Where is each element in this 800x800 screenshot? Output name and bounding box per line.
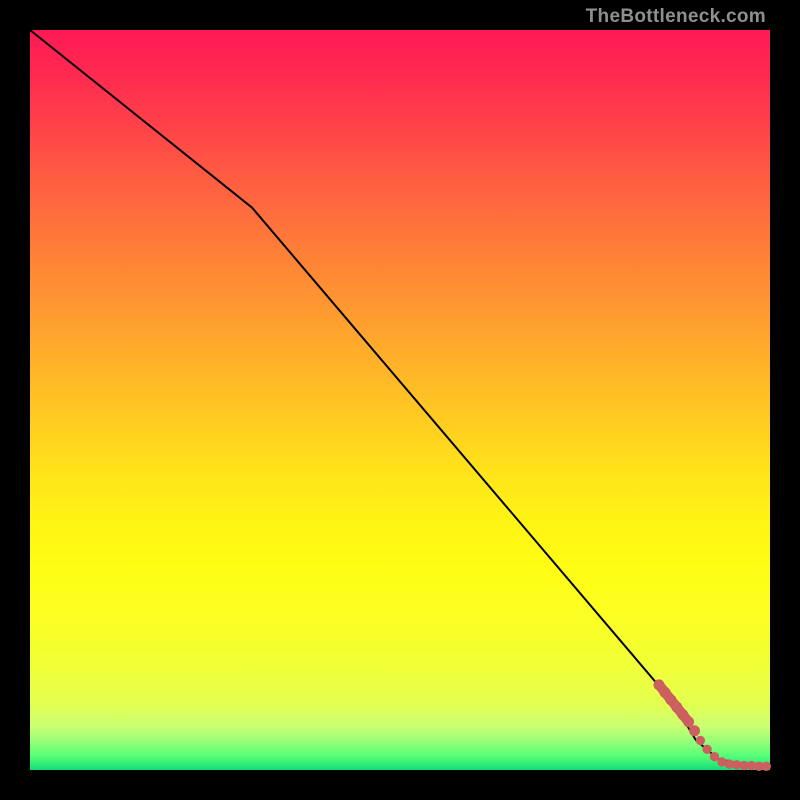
marker-dot (684, 717, 694, 727)
marker-dot (703, 745, 711, 753)
curve-line (30, 30, 770, 766)
attribution-text: TheBottleneck.com (586, 6, 766, 28)
marker-dot (696, 736, 704, 744)
marker-layer (654, 680, 771, 771)
marker-dot (762, 762, 770, 770)
chart-svg (30, 30, 770, 770)
marker-dot (690, 726, 700, 736)
marker-dot (710, 753, 718, 761)
